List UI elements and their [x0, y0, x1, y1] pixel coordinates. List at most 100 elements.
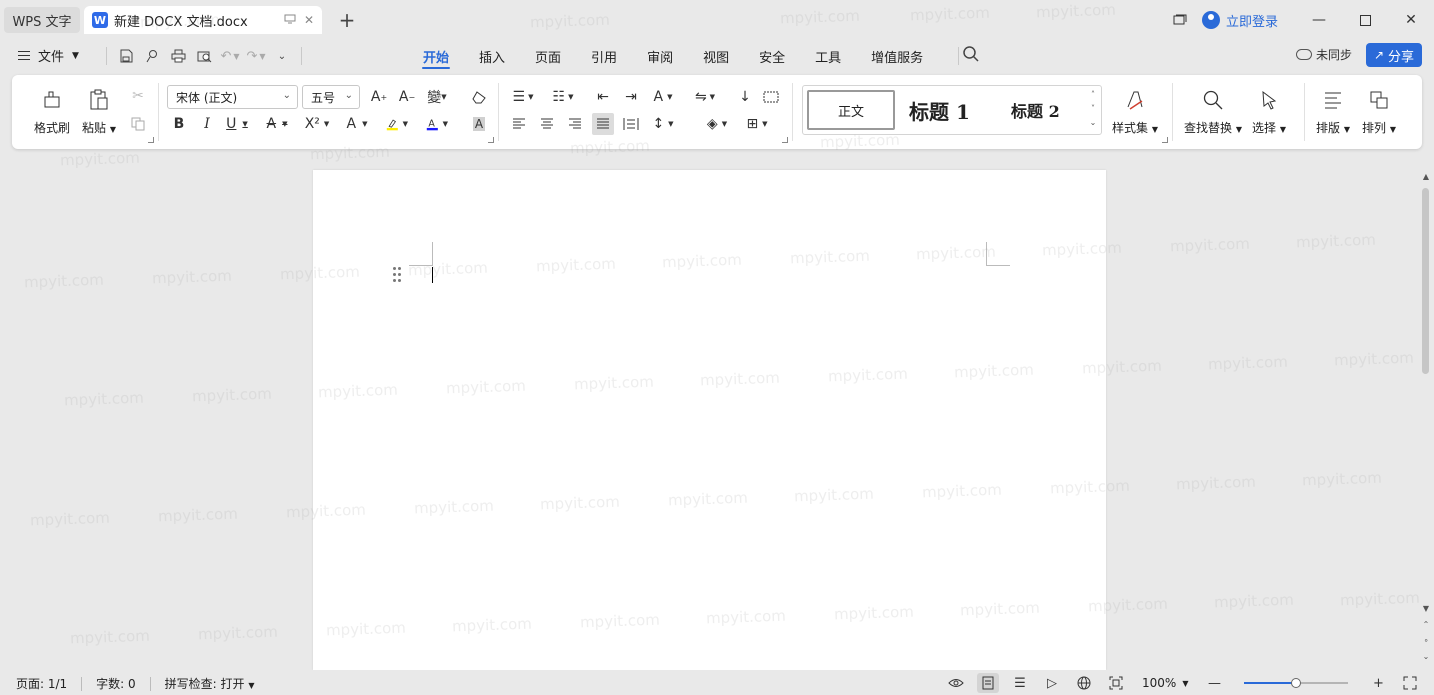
tab-references[interactable]: 引用: [576, 40, 632, 72]
increase-font-size-icon[interactable]: A +: [368, 86, 390, 108]
align-left-icon[interactable]: [508, 113, 530, 135]
undo-icon[interactable]: ↶ ▼: [217, 44, 243, 68]
spellcheck-toggle[interactable]: 拼写检查: 打开 ▼: [165, 675, 255, 692]
close-tab-icon[interactable]: ✕: [304, 13, 314, 27]
scroll-thumb[interactable]: [1422, 188, 1429, 374]
decrease-font-size-icon[interactable]: A −: [396, 86, 418, 108]
browse-object-icon[interactable]: ∘: [1421, 636, 1431, 646]
zoom-level[interactable]: 100%: [1142, 676, 1176, 690]
numbered-list-icon[interactable]: ☷ ▼: [552, 86, 574, 108]
zoom-slider-knob[interactable]: [1291, 678, 1302, 688]
distributed-align-icon[interactable]: [620, 113, 642, 135]
paragraph-launcher-icon[interactable]: [782, 137, 788, 143]
shading-icon[interactable]: ◈ ▼: [706, 113, 728, 135]
tab-view[interactable]: 视图: [688, 40, 744, 72]
line-spacing-icon[interactable]: ↕ ▼: [652, 113, 674, 135]
chevron-down-icon[interactable]: ▼: [1182, 679, 1188, 688]
chevron-down-icon[interactable]: ˅: [1091, 102, 1095, 116]
cut-icon[interactable]: ✂: [127, 85, 149, 107]
justify-icon[interactable]: [592, 113, 614, 135]
tab-home[interactable]: WPS 文字: [4, 7, 80, 33]
new-tab-button[interactable]: +: [336, 8, 358, 32]
increase-indent-icon[interactable]: ⇥: [620, 86, 642, 108]
bullet-list-icon[interactable]: ☰ ▼: [512, 86, 534, 108]
zoom-slider[interactable]: [1244, 675, 1349, 691]
styles-launcher-icon[interactable]: [1162, 137, 1168, 143]
layout-button[interactable]: 排版 ▼: [1316, 87, 1350, 136]
style-heading2[interactable]: 标题 2: [1011, 90, 1060, 130]
tab-insert[interactable]: 插入: [464, 40, 520, 72]
sort-icon[interactable]: ↓: [734, 86, 756, 108]
eye-protection-icon[interactable]: [945, 673, 967, 693]
strikethrough-icon[interactable]: A ▼: [266, 113, 288, 135]
scroll-up-icon[interactable]: ▲: [1421, 172, 1431, 182]
select-button[interactable]: 选择 ▼: [1252, 87, 1286, 136]
redo-icon[interactable]: ↷ ▼: [243, 44, 269, 68]
chinese-layout-icon[interactable]: A ▼: [652, 86, 674, 108]
align-center-icon[interactable]: [536, 113, 558, 135]
style-heading1[interactable]: 标题 1: [909, 90, 970, 130]
minimize-button[interactable]: —: [1296, 0, 1342, 40]
clear-format-icon[interactable]: [468, 86, 490, 108]
paste-button[interactable]: 粘贴 ▼: [82, 87, 116, 136]
login-button[interactable]: 立即登录: [1201, 11, 1278, 30]
align-right-icon[interactable]: [564, 113, 586, 135]
page-view-icon[interactable]: [977, 673, 999, 693]
tab-window-icon[interactable]: [284, 13, 296, 27]
text-direction-icon[interactable]: ⇋ ▼: [694, 86, 716, 108]
customize-toolbar-icon[interactable]: ⌄: [269, 44, 295, 68]
character-shading-icon[interactable]: A: [468, 113, 490, 135]
outline-view-icon[interactable]: ☰: [1009, 673, 1031, 693]
tab-home-ribbon[interactable]: 开始: [408, 40, 464, 72]
fit-page-icon[interactable]: [1105, 673, 1127, 693]
search-icon[interactable]: [962, 45, 984, 67]
close-window-button[interactable]: ✕: [1388, 0, 1434, 40]
print-preview-icon[interactable]: [191, 44, 217, 68]
font-launcher-icon[interactable]: [488, 137, 494, 143]
save-icon[interactable]: [113, 44, 139, 68]
fullscreen-icon[interactable]: [1399, 673, 1421, 693]
decrease-indent-icon[interactable]: ⇤: [592, 86, 614, 108]
superscript-icon[interactable]: X² ▼: [305, 113, 330, 135]
text-effect-icon[interactable]: A ▼: [346, 113, 368, 135]
find-replace-button[interactable]: 查找替换 ▼: [1184, 87, 1242, 136]
share-button[interactable]: ↗ 分享: [1366, 43, 1422, 67]
tab-review[interactable]: 审阅: [632, 40, 688, 72]
page-count[interactable]: 页面: 1/1: [16, 675, 67, 692]
bold-icon[interactable]: B: [168, 113, 190, 135]
word-count[interactable]: 字数: 0: [96, 675, 136, 692]
arrange-button[interactable]: 排列 ▼: [1362, 87, 1396, 136]
previous-page-icon[interactable]: ⌃: [1421, 620, 1431, 630]
reading-mode-icon[interactable]: ▷: [1041, 673, 1063, 693]
tab-security[interactable]: 安全: [744, 40, 800, 72]
drag-handle-icon[interactable]: [393, 267, 403, 283]
tab-page[interactable]: 页面: [520, 40, 576, 72]
scroll-down-icon[interactable]: ▼: [1421, 604, 1431, 614]
format-painter-button[interactable]: 格式刷: [34, 87, 70, 136]
font-name-select[interactable]: 宋体 (正文) ⌄: [167, 85, 298, 109]
tab-tools[interactable]: 工具: [800, 40, 856, 72]
chevron-up-icon[interactable]: ˄: [1091, 88, 1095, 102]
font-size-select[interactable]: 五号 ⌄: [302, 85, 360, 109]
print-icon[interactable]: [165, 44, 191, 68]
sync-status[interactable]: 未同步: [1296, 46, 1352, 63]
style-normal[interactable]: 正文: [807, 90, 895, 130]
font-color-icon[interactable]: A ▼: [426, 113, 448, 135]
zoom-out-icon[interactable]: —: [1203, 673, 1225, 693]
next-page-icon[interactable]: ⌄: [1421, 652, 1431, 662]
tab-document[interactable]: W 新建 DOCX 文档.docx ✕: [84, 6, 322, 34]
zoom-in-icon[interactable]: +: [1367, 673, 1389, 693]
export-pdf-icon[interactable]: [139, 44, 165, 68]
clipboard-launcher-icon[interactable]: [148, 137, 154, 143]
border-icon[interactable]: ⊞ ▼: [746, 113, 768, 135]
vertical-scrollbar[interactable]: ▲ ▼ ⌃ ∘ ⌄: [1418, 168, 1434, 670]
web-layout-icon[interactable]: [1073, 673, 1095, 693]
style-set-button[interactable]: 样式集 ▼: [1112, 87, 1158, 136]
copy-icon[interactable]: [127, 113, 149, 135]
expand-icon[interactable]: ⌄: [1090, 116, 1097, 130]
file-menu[interactable]: 文件 ▼: [18, 46, 79, 65]
underline-icon[interactable]: U ▼: [226, 113, 248, 135]
document-page[interactable]: [313, 170, 1106, 670]
phonetic-guide-icon[interactable]: 變 ▼: [426, 86, 448, 108]
italic-icon[interactable]: I: [196, 113, 218, 135]
